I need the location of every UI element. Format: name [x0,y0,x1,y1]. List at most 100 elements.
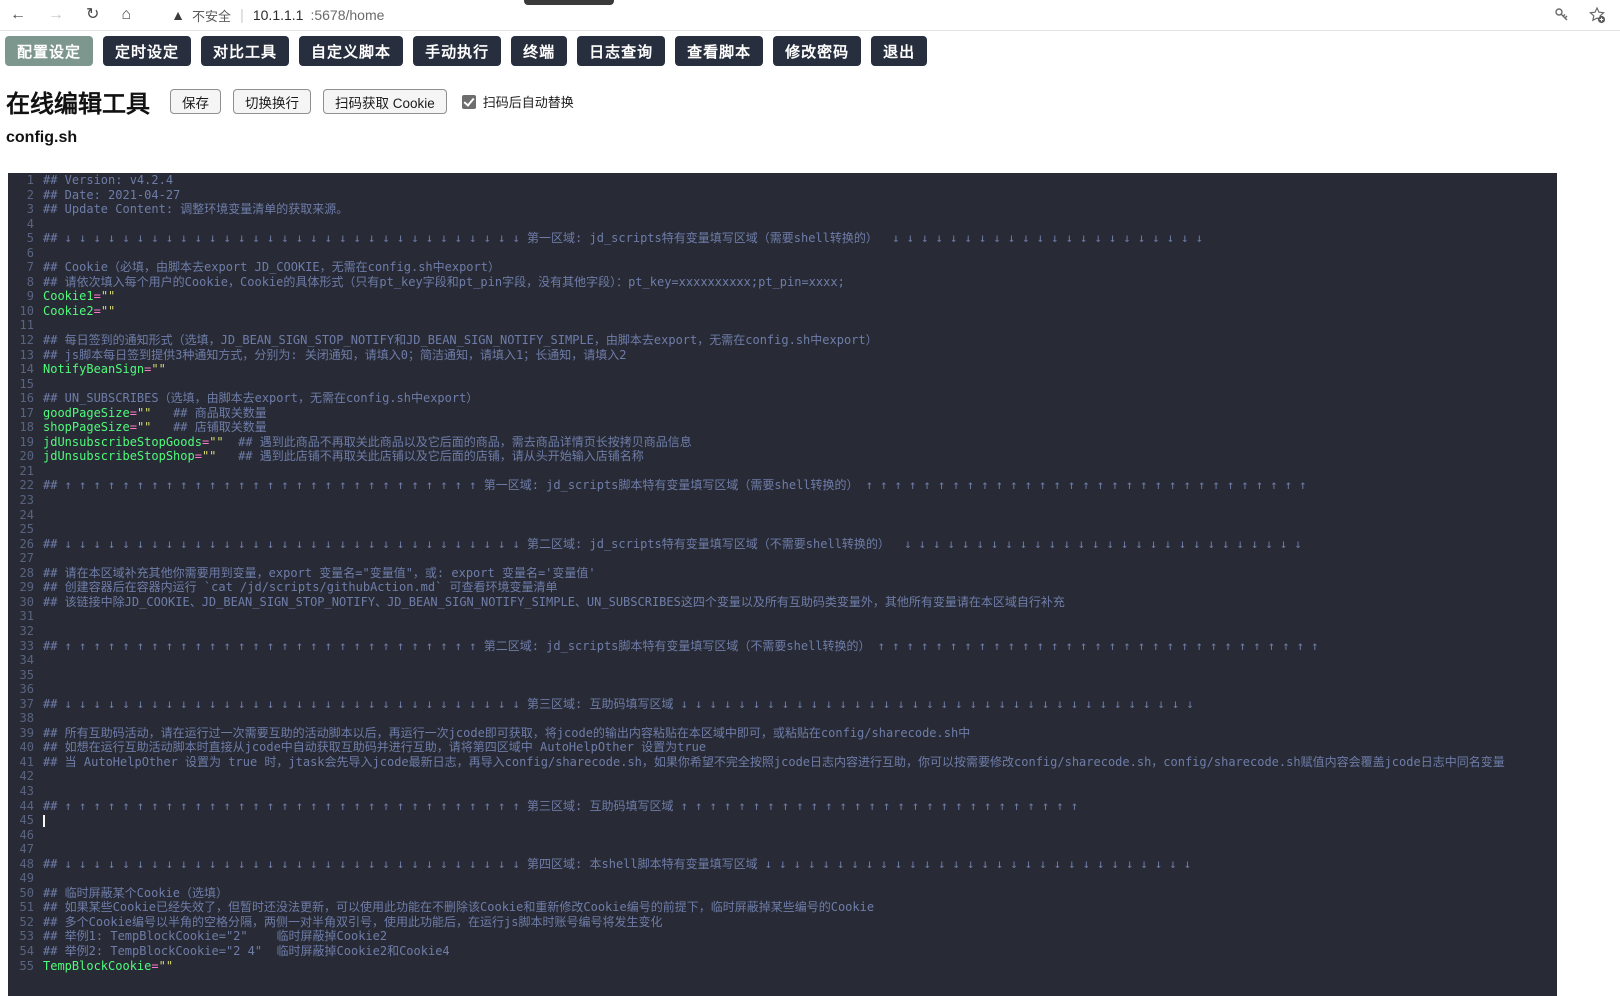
back-arrow-icon[interactable]: ← [10,7,26,23]
code-line[interactable]: 17goodPageSize="" ## 商品取关数量 [8,406,1557,421]
code-line[interactable]: 11 [8,318,1557,333]
favorite-star-add-icon[interactable] [1588,6,1606,24]
code-line[interactable]: 12## 每日签到的通知形式（选填，JD_BEAN_SIGN_STOP_NOTI… [8,333,1557,348]
url-path[interactable]: :5678/home [310,7,384,23]
code-line[interactable]: 31 [8,609,1557,624]
line-number: 52 [8,915,34,930]
save-button[interactable]: 保存 [170,89,221,114]
code-line[interactable]: 4 [8,217,1557,232]
key-icon[interactable] [1554,7,1570,23]
auto-replace-checkbox[interactable] [462,95,476,109]
scan-cookie-button[interactable]: 扫码获取 Cookie [323,89,447,114]
toggle-wrap-button[interactable]: 切换换行 [233,89,311,114]
line-number: 47 [8,842,34,857]
code-line[interactable]: 19jdUnsubscribeStopGoods="" ## 遇到此商品不再取关… [8,435,1557,450]
line-number: 28 [8,566,34,581]
code-line[interactable]: 37## ↓ ↓ ↓ ↓ ↓ ↓ ↓ ↓ ↓ ↓ ↓ ↓ ↓ ↓ ↓ ↓ ↓ ↓… [8,697,1557,712]
code-line[interactable]: 18shopPageSize="" ## 店铺取关数量 [8,420,1557,435]
code-line[interactable]: 39## 所有互助码活动，请在运行过一次需要互助的活动脚本以后，再运行一次jco… [8,726,1557,741]
code-line[interactable]: 14NotifyBeanSign="" [8,362,1557,377]
code-line[interactable]: 33## ↑ ↑ ↑ ↑ ↑ ↑ ↑ ↑ ↑ ↑ ↑ ↑ ↑ ↑ ↑ ↑ ↑ ↑… [8,639,1557,654]
code-line[interactable]: 27 [8,551,1557,566]
code-line[interactable]: 54## 举例2: TempBlockCookie="2 4" 临时屏蔽掉Coo… [8,944,1557,959]
url-host[interactable]: 10.1.1.1 [253,7,304,23]
address-bar[interactable]: ▲ 不安全 | 10.1.1.1:5678/home [171,6,384,25]
line-number: 8 [8,275,34,290]
code-line[interactable]: 26## ↓ ↓ ↓ ↓ ↓ ↓ ↓ ↓ ↓ ↓ ↓ ↓ ↓ ↓ ↓ ↓ ↓ ↓… [8,537,1557,552]
code-line[interactable]: 42 [8,769,1557,784]
page-title: 在线编辑工具 [6,84,150,119]
line-number: 3 [8,202,34,217]
code-line[interactable]: 40## 如想在运行互助活动脚本时直接从jcode中自动获取互助码并进行互助，请… [8,740,1557,755]
code-line[interactable]: 52## 多个Cookie编号以半角的空格分隔，两侧一对半角双引号，使用此功能后… [8,915,1557,930]
code-line[interactable]: 43 [8,784,1557,799]
line-number: 23 [8,493,34,508]
line-number: 26 [8,537,34,552]
code-line[interactable]: 50## 临时屏蔽某个Cookie（选填） [8,886,1557,901]
code-editor[interactable]: 1## Version: v4.2.42## Date: 2021-04-273… [8,173,1557,996]
nav-button[interactable]: 日志查询 [577,36,665,66]
code-line[interactable]: 49 [8,871,1557,886]
code-line[interactable]: 48## ↓ ↓ ↓ ↓ ↓ ↓ ↓ ↓ ↓ ↓ ↓ ↓ ↓ ↓ ↓ ↓ ↓ ↓… [8,857,1557,872]
nav-button[interactable]: 退出 [871,36,927,66]
line-number: 12 [8,333,34,348]
code-line[interactable]: 46 [8,828,1557,843]
security-label[interactable]: 不安全 [192,6,231,25]
code-line[interactable]: 45 [8,813,1557,828]
line-number: 31 [8,609,34,624]
line-number: 9 [8,289,34,304]
line-number: 35 [8,668,34,683]
code-line[interactable]: 2## Date: 2021-04-27 [8,188,1557,203]
code-line[interactable]: 34 [8,653,1557,668]
line-number: 6 [8,246,34,261]
nav-button[interactable]: 查看脚本 [675,36,763,66]
code-line[interactable]: 10Cookie2="" [8,304,1557,319]
code-line[interactable]: 44## ↑ ↑ ↑ ↑ ↑ ↑ ↑ ↑ ↑ ↑ ↑ ↑ ↑ ↑ ↑ ↑ ↑ ↑… [8,799,1557,814]
code-line[interactable]: 47 [8,842,1557,857]
reload-icon[interactable]: ↻ [86,7,99,23]
code-line[interactable]: 22## ↑ ↑ ↑ ↑ ↑ ↑ ↑ ↑ ↑ ↑ ↑ ↑ ↑ ↑ ↑ ↑ ↑ ↑… [8,478,1557,493]
line-number: 30 [8,595,34,610]
code-line[interactable]: 30## 该链接中除JD_COOKIE、JD_BEAN_SIGN_STOP_NO… [8,595,1557,610]
nav-button[interactable]: 对比工具 [201,36,289,66]
code-line[interactable]: 38 [8,711,1557,726]
line-number: 29 [8,580,34,595]
code-line[interactable]: 8## 请依次填入每个用户的Cookie，Cookie的具体形式（只有pt_ke… [8,275,1557,290]
code-line[interactable]: 55TempBlockCookie="" [8,959,1557,974]
code-line[interactable]: 16## UN_SUBSCRIBES（选填，由脚本去export，无需在conf… [8,391,1557,406]
code-line[interactable]: 5## ↓ ↓ ↓ ↓ ↓ ↓ ↓ ↓ ↓ ↓ ↓ ↓ ↓ ↓ ↓ ↓ ↓ ↓ … [8,231,1557,246]
nav-button[interactable]: 修改密码 [773,36,861,66]
url-separator: | [240,7,244,24]
code-line[interactable]: 15 [8,377,1557,392]
nav-button[interactable]: 手动执行 [413,36,501,66]
code-line[interactable]: 36 [8,682,1557,697]
code-line[interactable]: 51## 如果某些Cookie已经失效了，但暂时还没法更新，可以使用此功能在不删… [8,900,1557,915]
editor-toolbar: 保存 切换换行 扫码获取 Cookie 扫码后自动替换 [170,89,574,114]
code-line[interactable]: 20jdUnsubscribeStopShop="" ## 遇到此店铺不再取关此… [8,449,1557,464]
nav-button[interactable]: 配置设定 [5,36,93,66]
code-line[interactable]: 13## js脚本每日签到提供3种通知方式，分别为: 关闭通知，请填入0；简洁通… [8,348,1557,363]
code-line[interactable]: 1## Version: v4.2.4 [8,173,1557,188]
code-line[interactable]: 41## 当 AutoHelpOther 设置为 true 时，jtask会先导… [8,755,1557,770]
line-number: 27 [8,551,34,566]
code-line[interactable]: 25 [8,522,1557,537]
code-line[interactable]: 32 [8,624,1557,639]
code-line[interactable]: 9Cookie1="" [8,289,1557,304]
code-line[interactable]: 53## 举例1: TempBlockCookie="2" 临时屏蔽掉Cooki… [8,929,1557,944]
home-icon[interactable]: ⌂ [121,7,131,23]
nav-button[interactable]: 定时设定 [103,36,191,66]
line-number: 1 [8,173,34,188]
code-line[interactable]: 23 [8,493,1557,508]
code-line[interactable]: 3## Update Content: 调整环境变量清单的获取来源。 [8,202,1557,217]
line-number: 50 [8,886,34,901]
forward-arrow-icon[interactable]: → [48,7,64,23]
code-line[interactable]: 28## 请在本区域补充其他你需要用到变量，export 变量名="变量值"，或… [8,566,1557,581]
nav-button[interactable]: 自定义脚本 [299,36,403,66]
code-line[interactable]: 24 [8,508,1557,523]
nav-button[interactable]: 终端 [511,36,567,66]
code-line[interactable]: 7## Cookie（必填，由脚本去export JD_COOKIE，无需在co… [8,260,1557,275]
code-line[interactable]: 29## 创建容器后在容器内运行 `cat /jd/scripts/github… [8,580,1557,595]
code-line[interactable]: 35 [8,668,1557,683]
code-line[interactable]: 21 [8,464,1557,479]
code-line[interactable]: 6 [8,246,1557,261]
